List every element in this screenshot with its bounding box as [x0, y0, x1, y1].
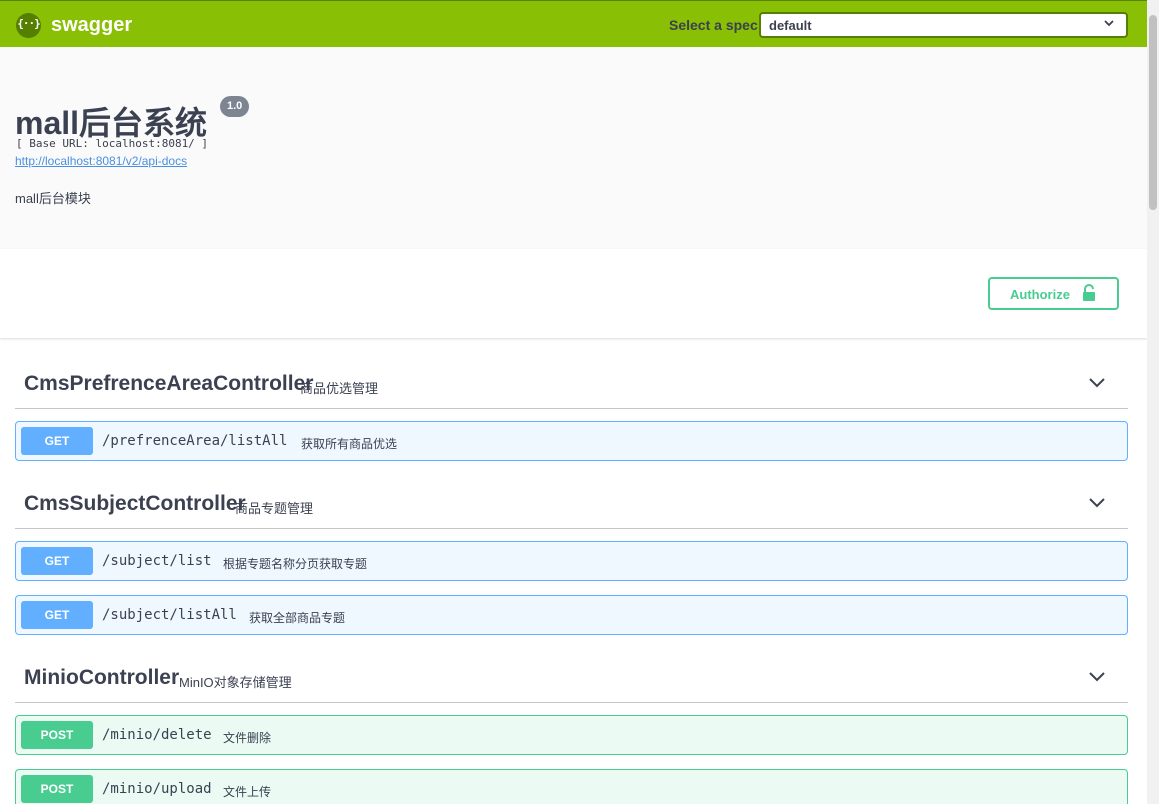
spec-select[interactable]: default — [759, 12, 1128, 38]
operation-path: /minio/upload — [102, 781, 212, 797]
api-description: mall后台模块 — [15, 191, 91, 206]
info-section: mall后台系统 1.0 [ Base URL: localhost:8081/… — [0, 47, 1147, 249]
operation-summary: 获取全部商品专题 — [249, 611, 346, 625]
operation-summary: 获取所有商品优选 — [301, 437, 398, 451]
method-badge: GET — [21, 547, 93, 575]
base-url: [ Base URL: localhost:8081/ ] — [16, 137, 209, 150]
operation-post-minio-upload[interactable]: POST /minio/upload 文件上传 — [15, 769, 1128, 804]
lock-icon — [1083, 284, 1095, 301]
scheme-container: Authorize — [0, 249, 1147, 338]
method-badge: GET — [21, 427, 93, 455]
tag-description: 商品专题管理 — [235, 501, 314, 516]
operation-get-subject-list[interactable]: GET /subject/list 根据专题名称分页获取专题 — [15, 541, 1128, 581]
topbar: swagger Select a spec default — [0, 0, 1147, 47]
api-docs-link[interactable]: http://localhost:8081/v2/api-docs — [15, 154, 187, 168]
chevron-down-icon[interactable] — [1088, 377, 1106, 389]
tag-name: MinioController — [24, 666, 180, 689]
tag-name: CmsSubjectController — [24, 492, 246, 515]
tag-header-cmsprefrenceareacontroller[interactable]: CmsPrefrenceAreaController 商品优选管理 — [15, 361, 1128, 409]
tag-description: MinIO对象存储管理 — [179, 675, 292, 690]
operation-path: /subject/listAll — [102, 607, 237, 623]
spec-select-value: default — [769, 18, 812, 33]
operation-summary: 文件删除 — [223, 731, 272, 745]
method-badge: POST — [21, 775, 93, 803]
version-badge: 1.0 — [220, 96, 250, 117]
scrollbar[interactable] — [1147, 0, 1159, 804]
authorize-button[interactable]: Authorize — [988, 277, 1119, 310]
spec-select-label: Select a spec — [669, 17, 758, 33]
operation-path: /subject/list — [102, 553, 212, 569]
operation-summary: 根据专题名称分页获取专题 — [223, 557, 368, 571]
chevron-down-icon[interactable] — [1088, 671, 1106, 683]
swagger-logo-icon — [16, 12, 41, 38]
operation-get-subject-listall[interactable]: GET /subject/listAll 获取全部商品专题 — [15, 595, 1128, 635]
scrollbar-thumb[interactable] — [1149, 15, 1157, 210]
logo-text: swagger — [51, 13, 133, 36]
method-badge: POST — [21, 721, 93, 749]
operation-get-prefrencearea-listall[interactable]: GET /prefrenceArea/listAll 获取所有商品优选 — [15, 421, 1128, 461]
operation-summary: 文件上传 — [223, 785, 272, 799]
tag-header-cmssubjectcontroller[interactable]: CmsSubjectController 商品专题管理 — [15, 481, 1128, 529]
operation-path: /prefrenceArea/listAll — [102, 433, 288, 449]
method-badge: GET — [21, 601, 93, 629]
authorize-label: Authorize — [1010, 287, 1070, 302]
swagger-logo[interactable]: swagger — [16, 12, 132, 38]
operation-path: /minio/delete — [102, 727, 212, 743]
tag-name: CmsPrefrenceAreaController — [24, 372, 314, 395]
operation-post-minio-delete[interactable]: POST /minio/delete 文件删除 — [15, 715, 1128, 755]
chevron-down-icon — [1104, 20, 1114, 27]
tag-header-miniocontroller[interactable]: MinioController MinIO对象存储管理 — [15, 655, 1128, 703]
tag-description: 商品优选管理 — [300, 381, 379, 396]
chevron-down-icon[interactable] — [1088, 497, 1106, 509]
